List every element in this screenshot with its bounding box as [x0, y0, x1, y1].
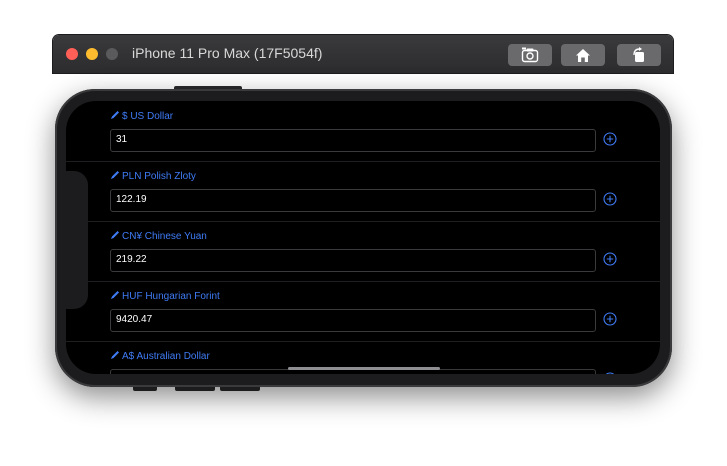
amount-field[interactable]: 31	[110, 129, 596, 152]
window-title: iPhone 11 Pro Max (17F5054f)	[132, 45, 323, 61]
currency-name: HUF Hungarian Forint	[122, 291, 220, 302]
pencil-icon	[111, 231, 119, 239]
currency-row: HUF Hungarian Forint 9420.47	[66, 281, 660, 342]
add-circle-icon[interactable]	[603, 312, 617, 326]
currency-label[interactable]: HUF Hungarian Forint	[110, 290, 220, 302]
currency-label[interactable]: CN¥ Chinese Yuan	[110, 230, 207, 242]
add-circle-icon[interactable]	[603, 192, 617, 206]
currency-name: PLN Polish Zloty	[122, 171, 196, 182]
amount-field[interactable]: 219.22	[110, 249, 596, 272]
close-window-button[interactable]	[66, 48, 78, 60]
add-circle-icon[interactable]	[603, 372, 617, 374]
screenshot-button[interactable]	[508, 44, 552, 66]
minimize-window-button[interactable]	[86, 48, 98, 60]
amount-value: 122.19	[116, 194, 147, 205]
currency-name: A$ Australian Dollar	[122, 351, 210, 362]
currency-row: PLN Polish Zloty 122.19	[66, 161, 660, 222]
rotate-button[interactable]	[617, 44, 661, 66]
home-indicator[interactable]	[288, 367, 440, 370]
camera-screenshot-icon	[521, 47, 539, 63]
amount-value: 219.22	[116, 254, 147, 265]
currency-row: $ US Dollar 31	[66, 101, 660, 162]
pencil-icon	[111, 111, 119, 119]
rotate-icon	[633, 47, 644, 62]
currency-name: $ US Dollar	[122, 111, 174, 122]
pencil-icon	[111, 291, 119, 299]
home-button[interactable]	[561, 44, 605, 66]
add-circle-icon[interactable]	[603, 252, 617, 266]
amount-value: 9420.47	[116, 314, 153, 325]
simulator-title-bar: iPhone 11 Pro Max (17F5054f)	[53, 35, 673, 73]
add-circle-icon[interactable]	[603, 132, 617, 146]
pencil-icon	[111, 351, 119, 359]
amount-value: 31	[116, 134, 128, 145]
zoom-window-button[interactable]	[106, 48, 118, 60]
currency-row: CN¥ Chinese Yuan 219.22	[66, 221, 660, 282]
amount-field[interactable]: 9420.47	[110, 309, 596, 332]
currency-label[interactable]: PLN Polish Zloty	[110, 170, 196, 182]
currency-label[interactable]: $ US Dollar	[110, 110, 173, 122]
pencil-icon	[111, 171, 119, 179]
amount-field[interactable]: 122.19	[110, 189, 596, 212]
currency-name: CN¥ Chinese Yuan	[122, 231, 207, 242]
home-icon	[576, 48, 590, 62]
device-notch	[66, 171, 88, 309]
device-screen: $ US Dollar 31 PLN Polish Zloty 122.19 C…	[66, 101, 660, 374]
currency-label[interactable]: A$ Australian Dollar	[110, 350, 210, 362]
